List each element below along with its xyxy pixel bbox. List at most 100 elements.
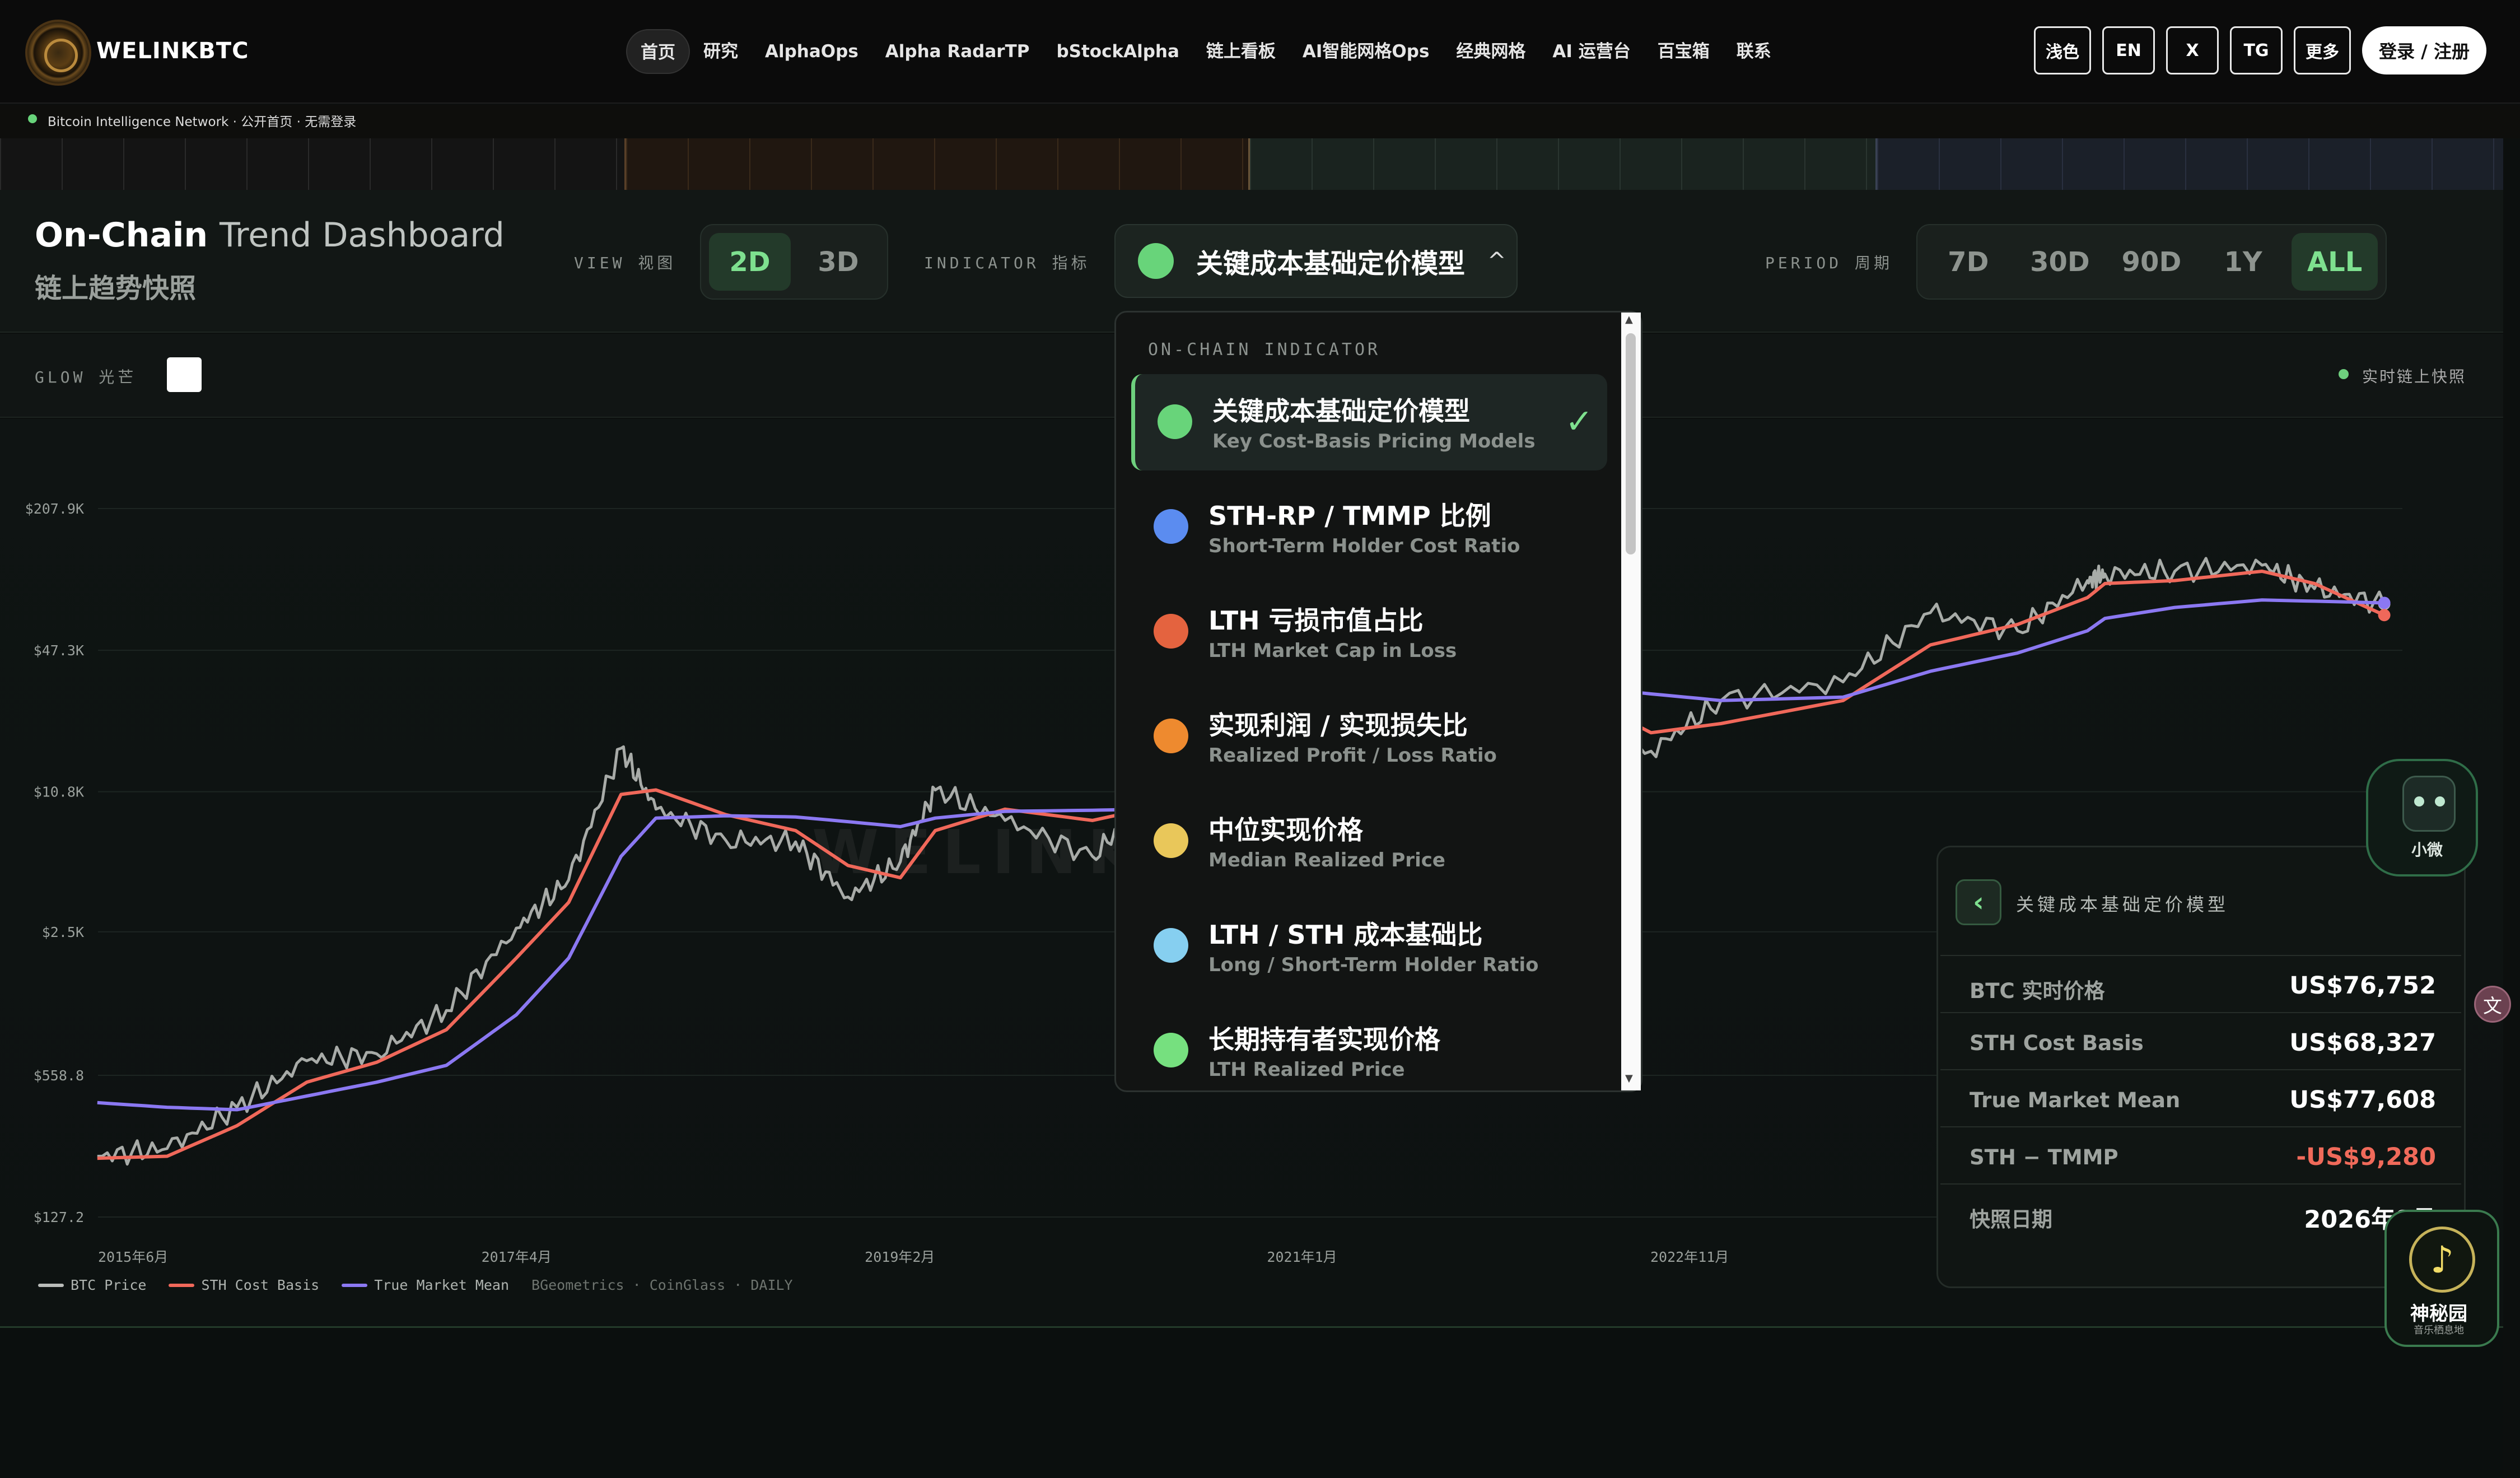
- nav-link[interactable]: 百宝箱: [1644, 29, 1723, 74]
- check-icon: ✓: [1565, 402, 1593, 441]
- dropdown-item-sublabel: LTH Realized Price: [1208, 1059, 1405, 1081]
- indicator-color-dot: [1154, 614, 1188, 649]
- period-option-7d[interactable]: 7D: [1925, 233, 2012, 291]
- info-value: US$68,327: [2289, 1029, 2436, 1057]
- nav-button[interactable]: X: [2166, 26, 2219, 74]
- nav-link[interactable]: AI 运营台: [1539, 29, 1644, 74]
- nav-link[interactable]: 研究: [690, 29, 752, 74]
- x-tick-label: 2019年2月: [865, 1249, 935, 1265]
- login-button[interactable]: 登录 / 注册: [2362, 26, 2486, 74]
- y-tick-label: $47.3K: [34, 642, 84, 659]
- legend-label: STH Cost Basis: [201, 1277, 320, 1293]
- nav-link[interactable]: AI智能网格Ops: [1289, 29, 1443, 74]
- live-dot-icon: [2339, 369, 2349, 379]
- dropdown-item-label: LTH / STH 成本基础比: [1208, 920, 1483, 950]
- translate-icon[interactable]: 文: [2474, 986, 2511, 1023]
- dropdown-item-sublabel: Short-Term Holder Cost Ratio: [1208, 535, 1520, 557]
- dropdown-item[interactable]: STH-RP / TMMP 比例 Short-Term Holder Cost R…: [1131, 479, 1607, 575]
- nav-link[interactable]: bStockAlpha: [1043, 29, 1192, 74]
- dropdown-item[interactable]: LTH 亏损市值占比 LTH Market Cap in Loss: [1131, 584, 1607, 680]
- indicator-color-dot: [1158, 404, 1192, 439]
- chart-legend: BTC Price STH Cost Basis True Market Mean B…: [38, 1277, 793, 1293]
- nav-button[interactable]: TG: [2230, 26, 2283, 74]
- robot-icon: [2402, 776, 2456, 832]
- info-key: BTC 实时价格: [1970, 979, 2105, 1003]
- indicator-color-dot: [1154, 823, 1188, 858]
- y-tick-label: $10.8K: [34, 784, 84, 800]
- legend-swatch: [342, 1283, 368, 1287]
- y-tick-label: $2.5K: [42, 924, 84, 940]
- nav-link[interactable]: 链上看板: [1193, 29, 1289, 74]
- view-option-2d[interactable]: 2D: [709, 233, 791, 291]
- dropdown-item[interactable]: 实现利润 / 实现损失比 Realized Profit / Loss Ratio: [1131, 688, 1607, 785]
- y-tick-label: $207.9K: [25, 501, 84, 517]
- info-panel-title: 关键成本基础定价模型: [2016, 894, 2229, 915]
- dropdown-item[interactable]: 中位实现价格 Median Realized Price: [1131, 793, 1607, 889]
- view-toggle: 2D 3D: [700, 224, 888, 300]
- period-option-30d[interactable]: 30D: [2017, 233, 2103, 291]
- brand-logo[interactable]: [25, 20, 91, 86]
- dropdown-item-sublabel: Long / Short-Term Holder Ratio: [1208, 954, 1539, 976]
- timeline-strip: [0, 138, 2503, 190]
- legend-swatch: [169, 1283, 195, 1287]
- indicator-color-dot: [1154, 1033, 1188, 1067]
- legend-swatch: [38, 1283, 64, 1287]
- period-option-90d[interactable]: 90D: [2108, 233, 2195, 291]
- nav-link[interactable]: 首页: [626, 29, 690, 74]
- period-option-1y[interactable]: 1Y: [2200, 233, 2286, 291]
- legend-item: True Market Mean: [342, 1277, 509, 1293]
- period-label: PERIOD 周期: [1765, 254, 1893, 272]
- lower-section: [0, 1326, 2503, 1478]
- back-icon[interactable]: ‹: [1956, 879, 2001, 925]
- indicator-label: INDICATOR 指标: [924, 254, 1090, 272]
- strip-segment: [1250, 138, 1875, 190]
- glow-label: GLOW 光芒: [35, 368, 137, 386]
- nav-link[interactable]: AlphaOps: [752, 29, 872, 74]
- info-row: BTC 实时价格 US$76,752: [1940, 955, 2461, 1012]
- dropdown-scroll-thumb[interactable]: [1626, 333, 1636, 554]
- dropdown-item[interactable]: LTH / STH 成本基础比 Long / Short-Term Holder …: [1131, 898, 1607, 994]
- nav-button[interactable]: 浅色: [2034, 26, 2092, 74]
- series-end-point: [2378, 596, 2391, 609]
- info-key: 快照日期: [1970, 1207, 2052, 1232]
- assistant-name: 小微: [2411, 841, 2443, 859]
- dropdown-item-label: 长期持有者实现价格: [1208, 1024, 1440, 1055]
- dropdown-item[interactable]: 关键成本基础定价模型 Key Cost-Basis Pricing Models ✓: [1131, 374, 1607, 470]
- info-row: True Market Mean US$77,608: [1940, 1069, 2461, 1126]
- nav-link[interactable]: 经典网格: [1443, 29, 1539, 74]
- period-toggle: 7D 30D 90D 1Y ALL: [1916, 224, 2387, 300]
- info-row: 快照日期 2026年8月: [1940, 1183, 2461, 1241]
- info-row: STH − TMMP -US$9,280: [1940, 1126, 2461, 1183]
- nav-link[interactable]: Alpha RadarTP: [872, 29, 1043, 74]
- music-garden-sub: 音乐栖息地: [2414, 1325, 2464, 1336]
- dropdown-item-sublabel: LTH Market Cap in Loss: [1208, 640, 1457, 662]
- strip-segment: [1875, 138, 2503, 190]
- legend-item: BTC Price: [38, 1277, 146, 1293]
- dropdown-item[interactable]: 长期持有者实现价格 LTH Realized Price: [1131, 1003, 1607, 1099]
- title-rest: Trend Dashboard: [220, 216, 505, 255]
- info-row: STH Cost Basis US$68,327: [1940, 1012, 2461, 1069]
- dropdown-item-sublabel: Median Realized Price: [1208, 849, 1445, 871]
- scroll-up-icon[interactable]: ▲: [1625, 314, 1633, 325]
- legend-label: True Market Mean: [374, 1277, 510, 1293]
- info-value: US$77,608: [2289, 1086, 2436, 1114]
- info-value: US$76,752: [2289, 972, 2436, 1000]
- indicator-color-dot: [1154, 509, 1188, 544]
- brand-name[interactable]: WELINKBTC: [96, 38, 249, 64]
- indicator-color-dot: [1154, 719, 1188, 753]
- dropdown-item-sublabel: Key Cost-Basis Pricing Models: [1212, 430, 1536, 453]
- y-tick-label: $127.2: [34, 1209, 84, 1225]
- nav-link[interactable]: 联系: [1723, 29, 1785, 74]
- nav-button[interactable]: 更多: [2294, 26, 2351, 74]
- info-key: STH Cost Basis: [1970, 1031, 2144, 1055]
- glow-toggle[interactable]: [167, 357, 202, 392]
- view-label: VIEW 视图: [574, 254, 676, 272]
- indicator-select[interactable]: 关键成本基础定价模型 ^: [1114, 224, 1518, 298]
- strip-segment: [0, 138, 624, 190]
- nav-button[interactable]: EN: [2102, 26, 2155, 74]
- period-option-all[interactable]: ALL: [2292, 233, 2378, 291]
- scroll-down-icon[interactable]: ▼: [1625, 1073, 1633, 1084]
- page-title: On-Chain Trend Dashboard: [35, 216, 505, 255]
- view-option-3d[interactable]: 3D: [797, 233, 879, 291]
- status-bar: [0, 105, 2520, 138]
